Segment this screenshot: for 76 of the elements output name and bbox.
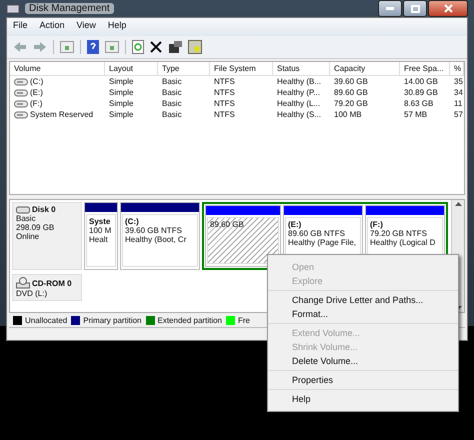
table-cell: Healthy (L... xyxy=(277,99,320,108)
menu-item[interactable]: Action xyxy=(40,20,65,34)
table-cell: System Reserved xyxy=(30,110,94,119)
table-cell: NTFS xyxy=(214,110,235,119)
table-cell: Simple xyxy=(109,88,134,97)
column-header[interactable]: Status xyxy=(273,62,330,75)
column-header[interactable]: File System xyxy=(210,62,273,75)
partition-info: 79.20 GB NTFS xyxy=(370,229,428,238)
window-title: Disk Management xyxy=(25,3,114,14)
partition-title: Syste xyxy=(89,217,112,226)
disk-info: 298.09 GB xyxy=(16,223,56,232)
table-cell: 30.89 GB xyxy=(404,88,438,97)
partition-block[interactable]: 89.60 GB xyxy=(205,205,281,267)
partition-info: 100 M xyxy=(89,226,112,235)
table-cell: NTFS xyxy=(214,77,235,86)
column-header[interactable]: Free Spa... xyxy=(400,62,450,75)
partition-info: 39.60 GB NTFS xyxy=(125,226,183,235)
table-cell: Simple xyxy=(109,77,134,86)
table-cell: Healthy (B... xyxy=(277,77,322,86)
disk-name: Disk 0 xyxy=(32,205,56,214)
partition-title: (C:) xyxy=(125,217,140,226)
column-header[interactable]: % xyxy=(450,62,464,75)
partition-info: Healthy (Page File, xyxy=(288,238,358,247)
table-cell: 79.20 GB xyxy=(334,99,368,108)
table-cell: 11 xyxy=(454,99,462,108)
menu-item[interactable]: Help xyxy=(108,20,126,34)
table-cell: Basic xyxy=(162,110,182,119)
menu-item[interactable]: File xyxy=(13,20,28,34)
disk-name: CD-ROM 0 xyxy=(32,278,72,288)
menu-item[interactable]: View xyxy=(76,20,96,34)
table-cell: 100 MB xyxy=(334,110,362,119)
table-cell: (C:) xyxy=(30,77,44,86)
partition-title: (E:) xyxy=(288,220,302,229)
table-cell: 35 xyxy=(454,77,463,86)
partition-info: Healt xyxy=(89,235,109,244)
table-cell: 14.00 GB xyxy=(404,77,438,86)
partition-info: Healthy (Boot, Cr xyxy=(125,235,188,244)
table-cell: NTFS xyxy=(214,99,235,108)
disk-info: Basic xyxy=(16,214,37,223)
legend-label: Fre xyxy=(238,316,250,324)
table-cell: Healthy (P... xyxy=(277,88,320,97)
table-cell: 34 xyxy=(454,88,463,97)
partition-block[interactable]: (C:) 39.60 GB NTFS Healthy (Boot, Cr xyxy=(120,202,200,270)
partition-info: Healthy (Logical D xyxy=(370,238,436,247)
partition-info: 89.60 GB NTFS xyxy=(288,229,346,238)
menu-item[interactable]: Help xyxy=(268,392,458,406)
column-header[interactable]: Volume xyxy=(10,62,105,75)
table-cell: (E:) xyxy=(30,88,43,97)
column-header[interactable]: Type xyxy=(158,62,210,75)
legend-label: Extended partition xyxy=(158,316,222,324)
column-header[interactable]: Capacity xyxy=(330,62,400,75)
table-cell: Basic xyxy=(162,88,182,97)
table-cell: Basic xyxy=(162,99,182,108)
column-header[interactable]: Layout xyxy=(105,62,158,75)
partition-info: 89.60 GB xyxy=(210,220,245,229)
disk-info: DVD (L:) xyxy=(16,289,48,298)
table-cell: 39.60 GB xyxy=(334,77,368,86)
legend-label: Unallocated xyxy=(25,316,68,324)
menu-item[interactable]: Delete Volume... xyxy=(268,354,458,368)
table-cell: Healthy (S... xyxy=(277,110,322,119)
menu-item[interactable]: Properties xyxy=(268,373,458,387)
table-cell: NTFS xyxy=(214,88,235,97)
table-cell: 57 MB xyxy=(404,110,428,119)
partition-block[interactable]: Syste 100 M Healt xyxy=(84,202,118,270)
table-cell: Simple xyxy=(109,99,134,108)
table-cell: 89.60 GB xyxy=(334,88,368,97)
disk-info: Online xyxy=(16,232,40,241)
menu-item[interactable]: Format... xyxy=(268,307,458,321)
table-cell: Simple xyxy=(109,110,134,119)
partition-title: (F:) xyxy=(370,220,384,229)
table-cell: 57 xyxy=(454,110,463,119)
menu-item[interactable]: Change Drive Letter and Paths... xyxy=(268,293,458,307)
legend-label: Primary partition xyxy=(83,316,142,324)
table-cell: (F:) xyxy=(30,99,42,108)
table-cell: 8.63 GB xyxy=(404,99,434,108)
table-cell: Basic xyxy=(162,77,182,86)
